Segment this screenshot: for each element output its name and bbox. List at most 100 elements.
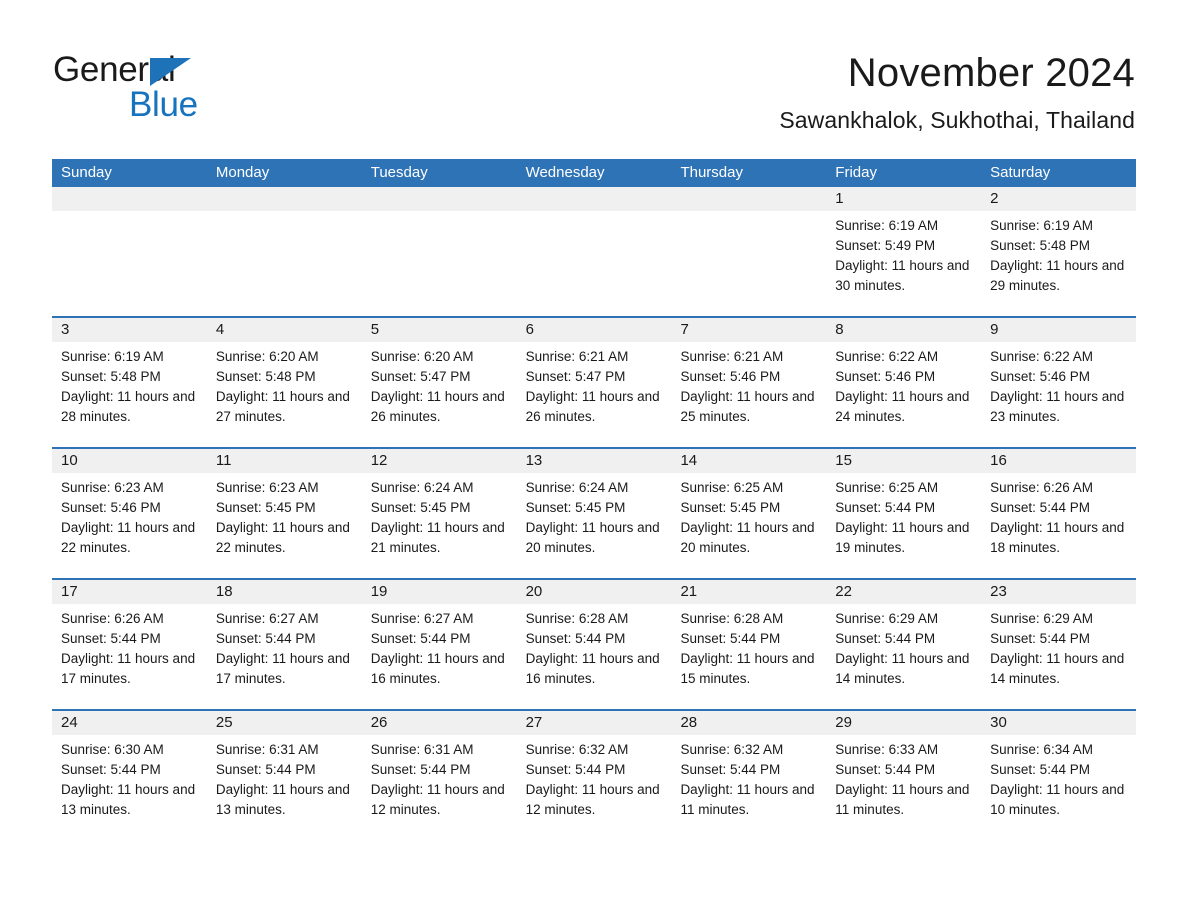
day-cell[interactable]: Sunrise: 6:28 AM Sunset: 5:44 PM Dayligh… bbox=[671, 609, 826, 709]
day-number[interactable]: 20 bbox=[517, 580, 672, 604]
daylight-text: Daylight: 11 hours and 26 minutes. bbox=[370, 389, 505, 424]
day-number[interactable] bbox=[207, 187, 362, 211]
sunset-text: Sunset: 5:44 PM bbox=[835, 631, 936, 646]
day-number[interactable]: 10 bbox=[52, 449, 207, 473]
day-cell[interactable]: Sunrise: 6:29 AM Sunset: 5:44 PM Dayligh… bbox=[981, 609, 1136, 709]
day-number[interactable]: 7 bbox=[671, 318, 826, 342]
day-number[interactable] bbox=[52, 187, 207, 211]
general-blue-logo[interactable]: General Blue bbox=[53, 48, 253, 128]
day-number[interactable]: 24 bbox=[52, 711, 207, 735]
day-number[interactable]: 13 bbox=[517, 449, 672, 473]
day-cell[interactable]: Sunrise: 6:22 AM Sunset: 5:46 PM Dayligh… bbox=[826, 347, 981, 447]
day-cell[interactable]: Sunrise: 6:24 AM Sunset: 5:45 PM Dayligh… bbox=[517, 478, 672, 578]
daylight-text: Daylight: 11 hours and 30 minutes. bbox=[835, 258, 970, 293]
weekday-header-sunday: Sunday bbox=[61, 164, 112, 181]
daylight-text: Daylight: 11 hours and 16 minutes. bbox=[525, 651, 660, 686]
day-number[interactable] bbox=[517, 187, 672, 211]
sunrise-text: Sunrise: 6:31 AM bbox=[215, 742, 319, 757]
day-cell[interactable]: Sunrise: 6:23 AM Sunset: 5:45 PM Dayligh… bbox=[207, 478, 362, 578]
sunrise-text: Sunrise: 6:20 AM bbox=[370, 349, 474, 364]
day-cell[interactable] bbox=[517, 216, 672, 316]
day-number[interactable]: 3 bbox=[52, 318, 207, 342]
calendar-grid: Sunday Monday Tuesday Wednesday Thursday… bbox=[52, 159, 1136, 840]
day-number[interactable]: 28 bbox=[671, 711, 826, 735]
day-cell[interactable]: Sunrise: 6:20 AM Sunset: 5:48 PM Dayligh… bbox=[207, 347, 362, 447]
sunrise-text: Sunrise: 6:32 AM bbox=[525, 742, 629, 757]
day-cell[interactable]: Sunrise: 6:33 AM Sunset: 5:44 PM Dayligh… bbox=[826, 740, 981, 840]
day-cell[interactable]: Sunrise: 6:22 AM Sunset: 5:46 PM Dayligh… bbox=[981, 347, 1136, 447]
day-cell[interactable] bbox=[207, 216, 362, 316]
daylight-text: Daylight: 11 hours and 10 minutes. bbox=[990, 782, 1125, 817]
day-cell[interactable]: Sunrise: 6:20 AM Sunset: 5:47 PM Dayligh… bbox=[362, 347, 517, 447]
day-number[interactable]: 25 bbox=[207, 711, 362, 735]
day-cell[interactable]: Sunrise: 6:30 AM Sunset: 5:44 PM Dayligh… bbox=[52, 740, 207, 840]
day-number[interactable]: 8 bbox=[826, 318, 981, 342]
sunset-text: Sunset: 5:49 PM bbox=[835, 238, 936, 253]
day-number[interactable]: 16 bbox=[981, 449, 1136, 473]
day-cell[interactable]: Sunrise: 6:25 AM Sunset: 5:44 PM Dayligh… bbox=[826, 478, 981, 578]
day-cell[interactable]: Sunrise: 6:19 AM Sunset: 5:48 PM Dayligh… bbox=[981, 216, 1136, 316]
day-cell[interactable]: Sunrise: 6:26 AM Sunset: 5:44 PM Dayligh… bbox=[52, 609, 207, 709]
page-header: General Blue November 2024 Sawankhalok, … bbox=[53, 48, 1135, 144]
day-cell[interactable]: Sunrise: 6:27 AM Sunset: 5:44 PM Dayligh… bbox=[207, 609, 362, 709]
day-number[interactable]: 17 bbox=[52, 580, 207, 604]
day-number[interactable]: 27 bbox=[517, 711, 672, 735]
day-number[interactable]: 26 bbox=[362, 711, 517, 735]
day-cell[interactable] bbox=[52, 216, 207, 316]
daylight-text: Daylight: 11 hours and 22 minutes. bbox=[61, 520, 196, 555]
daylight-text: Daylight: 11 hours and 17 minutes. bbox=[215, 651, 350, 686]
day-number[interactable]: 14 bbox=[671, 449, 826, 473]
day-cell[interactable]: Sunrise: 6:31 AM Sunset: 5:44 PM Dayligh… bbox=[362, 740, 517, 840]
day-cell[interactable]: Sunrise: 6:27 AM Sunset: 5:44 PM Dayligh… bbox=[362, 609, 517, 709]
day-cell[interactable]: Sunrise: 6:32 AM Sunset: 5:44 PM Dayligh… bbox=[517, 740, 672, 840]
day-number[interactable]: 5 bbox=[362, 318, 517, 342]
sunrise-text: Sunrise: 6:26 AM bbox=[990, 480, 1093, 495]
day-cell[interactable]: Sunrise: 6:25 AM Sunset: 5:45 PM Dayligh… bbox=[671, 478, 826, 578]
daylight-text: Daylight: 11 hours and 16 minutes. bbox=[370, 651, 505, 686]
day-cell[interactable]: Sunrise: 6:29 AM Sunset: 5:44 PM Dayligh… bbox=[826, 609, 981, 709]
day-number[interactable]: 12 bbox=[362, 449, 517, 473]
day-cell[interactable]: Sunrise: 6:23 AM Sunset: 5:46 PM Dayligh… bbox=[52, 478, 207, 578]
day-number[interactable]: 30 bbox=[981, 711, 1136, 735]
day-cell[interactable]: Sunrise: 6:21 AM Sunset: 5:47 PM Dayligh… bbox=[517, 347, 672, 447]
day-number[interactable]: 23 bbox=[981, 580, 1136, 604]
sunrise-text: Sunrise: 6:28 AM bbox=[680, 611, 784, 626]
daylight-text: Daylight: 11 hours and 21 minutes. bbox=[370, 520, 505, 555]
sunset-text: Sunset: 5:45 PM bbox=[370, 500, 471, 515]
day-number[interactable]: 9 bbox=[981, 318, 1136, 342]
day-cell[interactable] bbox=[362, 216, 517, 316]
sunrise-text: Sunrise: 6:22 AM bbox=[835, 349, 939, 364]
sunset-text: Sunset: 5:44 PM bbox=[215, 762, 316, 777]
day-cell[interactable]: Sunrise: 6:19 AM Sunset: 5:49 PM Dayligh… bbox=[826, 216, 981, 316]
day-number[interactable]: 4 bbox=[207, 318, 362, 342]
sunset-text: Sunset: 5:44 PM bbox=[370, 631, 471, 646]
sunrise-text: Sunrise: 6:25 AM bbox=[835, 480, 939, 495]
day-cell[interactable]: Sunrise: 6:19 AM Sunset: 5:48 PM Dayligh… bbox=[52, 347, 207, 447]
day-number[interactable] bbox=[671, 187, 826, 211]
day-number[interactable]: 6 bbox=[517, 318, 672, 342]
daylight-text: Daylight: 11 hours and 13 minutes. bbox=[215, 782, 350, 817]
day-cell[interactable]: Sunrise: 6:31 AM Sunset: 5:44 PM Dayligh… bbox=[207, 740, 362, 840]
day-number[interactable]: 22 bbox=[826, 580, 981, 604]
day-cell[interactable]: Sunrise: 6:21 AM Sunset: 5:46 PM Dayligh… bbox=[671, 347, 826, 447]
sunset-text: Sunset: 5:44 PM bbox=[525, 762, 626, 777]
day-number[interactable]: 11 bbox=[207, 449, 362, 473]
day-cell[interactable] bbox=[671, 216, 826, 316]
sunrise-text: Sunrise: 6:24 AM bbox=[370, 480, 474, 495]
daylight-text: Daylight: 11 hours and 24 minutes. bbox=[835, 389, 970, 424]
day-number[interactable]: 15 bbox=[826, 449, 981, 473]
day-number[interactable] bbox=[362, 187, 517, 211]
day-number[interactable]: 29 bbox=[826, 711, 981, 735]
day-cell[interactable]: Sunrise: 6:24 AM Sunset: 5:45 PM Dayligh… bbox=[362, 478, 517, 578]
day-cell[interactable]: Sunrise: 6:28 AM Sunset: 5:44 PM Dayligh… bbox=[517, 609, 672, 709]
day-cell[interactable]: Sunrise: 6:32 AM Sunset: 5:44 PM Dayligh… bbox=[671, 740, 826, 840]
day-cell[interactable]: Sunrise: 6:34 AM Sunset: 5:44 PM Dayligh… bbox=[981, 740, 1136, 840]
day-number[interactable]: 18 bbox=[207, 580, 362, 604]
day-number[interactable]: 1 bbox=[826, 187, 981, 211]
day-number[interactable]: 2 bbox=[981, 187, 1136, 211]
calendar-week-row: 10 11 12 13 14 15 16 Sunrise: 6:23 AM Su… bbox=[52, 447, 1136, 578]
day-cell[interactable]: Sunrise: 6:26 AM Sunset: 5:44 PM Dayligh… bbox=[981, 478, 1136, 578]
day-number[interactable]: 19 bbox=[362, 580, 517, 604]
sunset-text: Sunset: 5:44 PM bbox=[835, 762, 936, 777]
day-number[interactable]: 21 bbox=[671, 580, 826, 604]
